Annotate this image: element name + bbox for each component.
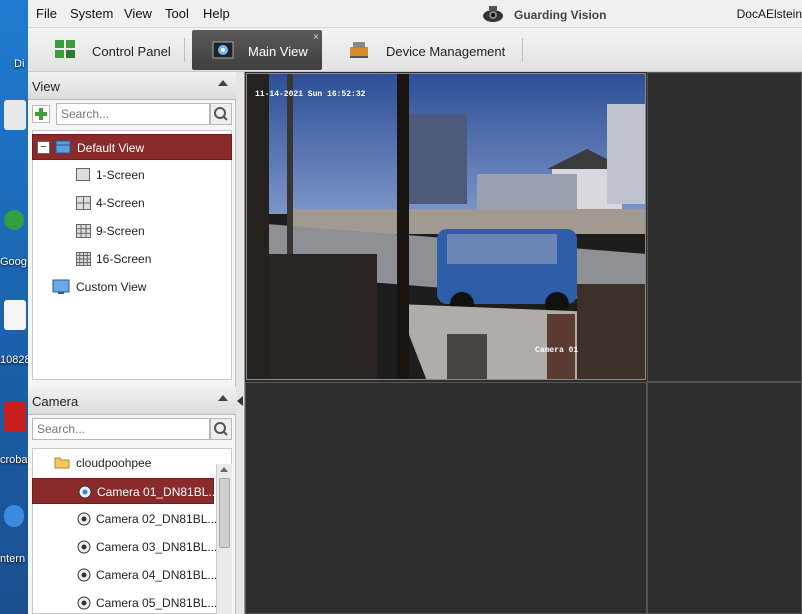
desktop-icon-label: crobat	[0, 454, 28, 466]
grid-icon	[55, 40, 75, 58]
sixteen-screen-icon	[76, 252, 91, 266]
folder-icon	[54, 457, 70, 469]
tab-separator	[184, 38, 185, 62]
view-section-title: View	[32, 79, 60, 94]
view-section-header[interactable]: View	[28, 72, 236, 100]
camera-item-label: Camera 02_DN81BL...	[96, 512, 218, 526]
camera-icon	[77, 596, 91, 610]
live-view-grid: 11-14-2021 Sun 16:52:32 Camera 01	[245, 72, 802, 614]
tab-main-view[interactable]: Main View ×	[192, 30, 322, 70]
close-icon[interactable]: ×	[313, 32, 319, 43]
guarding-vision-logo-icon	[483, 6, 503, 22]
desktop-icon-label: ntern	[0, 553, 26, 565]
camera-icon	[77, 568, 91, 582]
device-icon	[350, 42, 368, 58]
chevron-up-icon[interactable]	[218, 395, 228, 401]
scrollbar-thumb[interactable]	[219, 478, 230, 548]
internet-explorer-icon[interactable]	[4, 505, 24, 527]
tree-item-16-screen[interactable]: 16-Screen	[32, 246, 232, 272]
video-window-3[interactable]	[245, 382, 647, 614]
tab-label: Device Management	[386, 44, 506, 59]
desktop-background: Di Goog 10828 crobat ntern	[0, 0, 28, 614]
view-folder-icon	[55, 140, 71, 154]
video-timestamp: 11-14-2021 Sun 16:52:32	[255, 90, 366, 99]
tab-separator	[522, 38, 523, 62]
scroll-up-icon[interactable]	[220, 467, 228, 472]
menu-help[interactable]: Help	[203, 6, 230, 21]
tab-label: Control Panel	[92, 44, 171, 59]
video-window-1[interactable]: 11-14-2021 Sun 16:52:32 Camera 01	[246, 73, 646, 380]
camera-search-input[interactable]	[32, 418, 210, 440]
tree-item-default-view[interactable]: − Default View	[32, 134, 232, 160]
search-icon	[214, 422, 228, 436]
collapse-toggle[interactable]: −	[37, 141, 50, 154]
desktop-file-icon[interactable]	[4, 300, 26, 330]
camera-icon	[77, 512, 91, 526]
camera-search-button[interactable]	[210, 418, 232, 440]
tree-item-label: 4-Screen	[96, 196, 145, 210]
custom-view-icon	[52, 279, 70, 294]
plus-icon	[35, 108, 47, 120]
tab-label: Main View	[248, 44, 308, 59]
left-panel: View − Default View 1-Screen 4-Screen 9-…	[28, 72, 236, 614]
tree-item-1-screen[interactable]: 1-Screen	[32, 162, 232, 188]
live-video-feed	[247, 74, 645, 379]
camera-item-label: Camera 04_DN81BL...	[96, 568, 218, 582]
camera-item-02[interactable]: Camera 02_DN81BL...	[32, 506, 218, 532]
user-name: DocAElstein	[736, 7, 802, 21]
camera-section-title: Camera	[32, 394, 79, 409]
acrobat-icon[interactable]	[4, 402, 26, 432]
video-window-2[interactable]	[647, 72, 802, 382]
camera-item-01[interactable]: Camera 01_DN81BL...	[32, 478, 218, 504]
desktop-icon-label: Goog	[0, 256, 27, 268]
tree-item-label: Custom View	[76, 280, 147, 294]
tab-device-management[interactable]: Device Management	[340, 30, 510, 70]
camera-icon	[78, 485, 92, 499]
camera-item-03[interactable]: Camera 03_DN81BL...	[32, 534, 218, 560]
camera-view-icon	[212, 41, 234, 59]
tree-item-custom-view[interactable]: Custom View	[32, 274, 232, 300]
camera-group-label: cloudpoohpee	[76, 456, 152, 470]
desktop-file-icon[interactable]	[4, 100, 26, 130]
menu-view[interactable]: View	[124, 6, 152, 21]
tree-item-4-screen[interactable]: 4-Screen	[32, 190, 232, 216]
camera-icon	[77, 540, 91, 554]
view-search-input[interactable]	[56, 103, 210, 125]
four-screen-icon	[76, 196, 91, 210]
camera-item-label: Camera 01_DN81BL...	[97, 485, 219, 499]
camera-list-scrollbar[interactable]	[216, 464, 232, 614]
tree-item-label: 16-Screen	[96, 252, 152, 266]
menu-file[interactable]: File	[36, 6, 57, 21]
search-icon	[214, 107, 228, 121]
desktop-icon-label: 10828	[0, 354, 28, 366]
camera-section-header[interactable]: Camera	[28, 387, 236, 415]
nine-screen-icon	[76, 224, 91, 238]
video-camera-label: Camera 01	[535, 346, 579, 355]
chrome-icon[interactable]	[4, 210, 24, 230]
tree-item-9-screen[interactable]: 9-Screen	[32, 218, 232, 244]
camera-item-label: Camera 03_DN81BL...	[96, 540, 218, 554]
camera-item-04[interactable]: Camera 04_DN81BL...	[32, 562, 218, 588]
menu-tool[interactable]: Tool	[165, 6, 189, 21]
view-search-button[interactable]	[210, 103, 232, 125]
tree-item-label: 1-Screen	[96, 168, 145, 182]
menu-bar: File System View Tool Help Guarding Visi…	[28, 0, 802, 28]
chevron-up-icon[interactable]	[218, 80, 228, 86]
video-window-4[interactable]	[647, 382, 802, 614]
panel-splitter[interactable]	[236, 72, 245, 614]
camera-item-05[interactable]: Camera 05_DN81BL...	[32, 590, 218, 614]
desktop-icon-label: Di	[14, 58, 25, 70]
app-title: Guarding Vision	[514, 8, 607, 22]
camera-item-label: Camera 05_DN81BL...	[96, 596, 218, 610]
tab-control-panel[interactable]: Control Panel	[50, 30, 190, 70]
collapse-left-icon[interactable]	[237, 396, 243, 406]
menu-system[interactable]: System	[70, 6, 113, 21]
add-view-button[interactable]	[32, 105, 50, 123]
camera-group[interactable]: cloudpoohpee	[32, 450, 214, 476]
single-screen-icon	[76, 168, 90, 181]
tree-item-label: 9-Screen	[96, 224, 145, 238]
module-tab-bar: Control Panel Main View × Device Managem…	[28, 28, 802, 72]
tree-item-label: Default View	[77, 141, 145, 155]
